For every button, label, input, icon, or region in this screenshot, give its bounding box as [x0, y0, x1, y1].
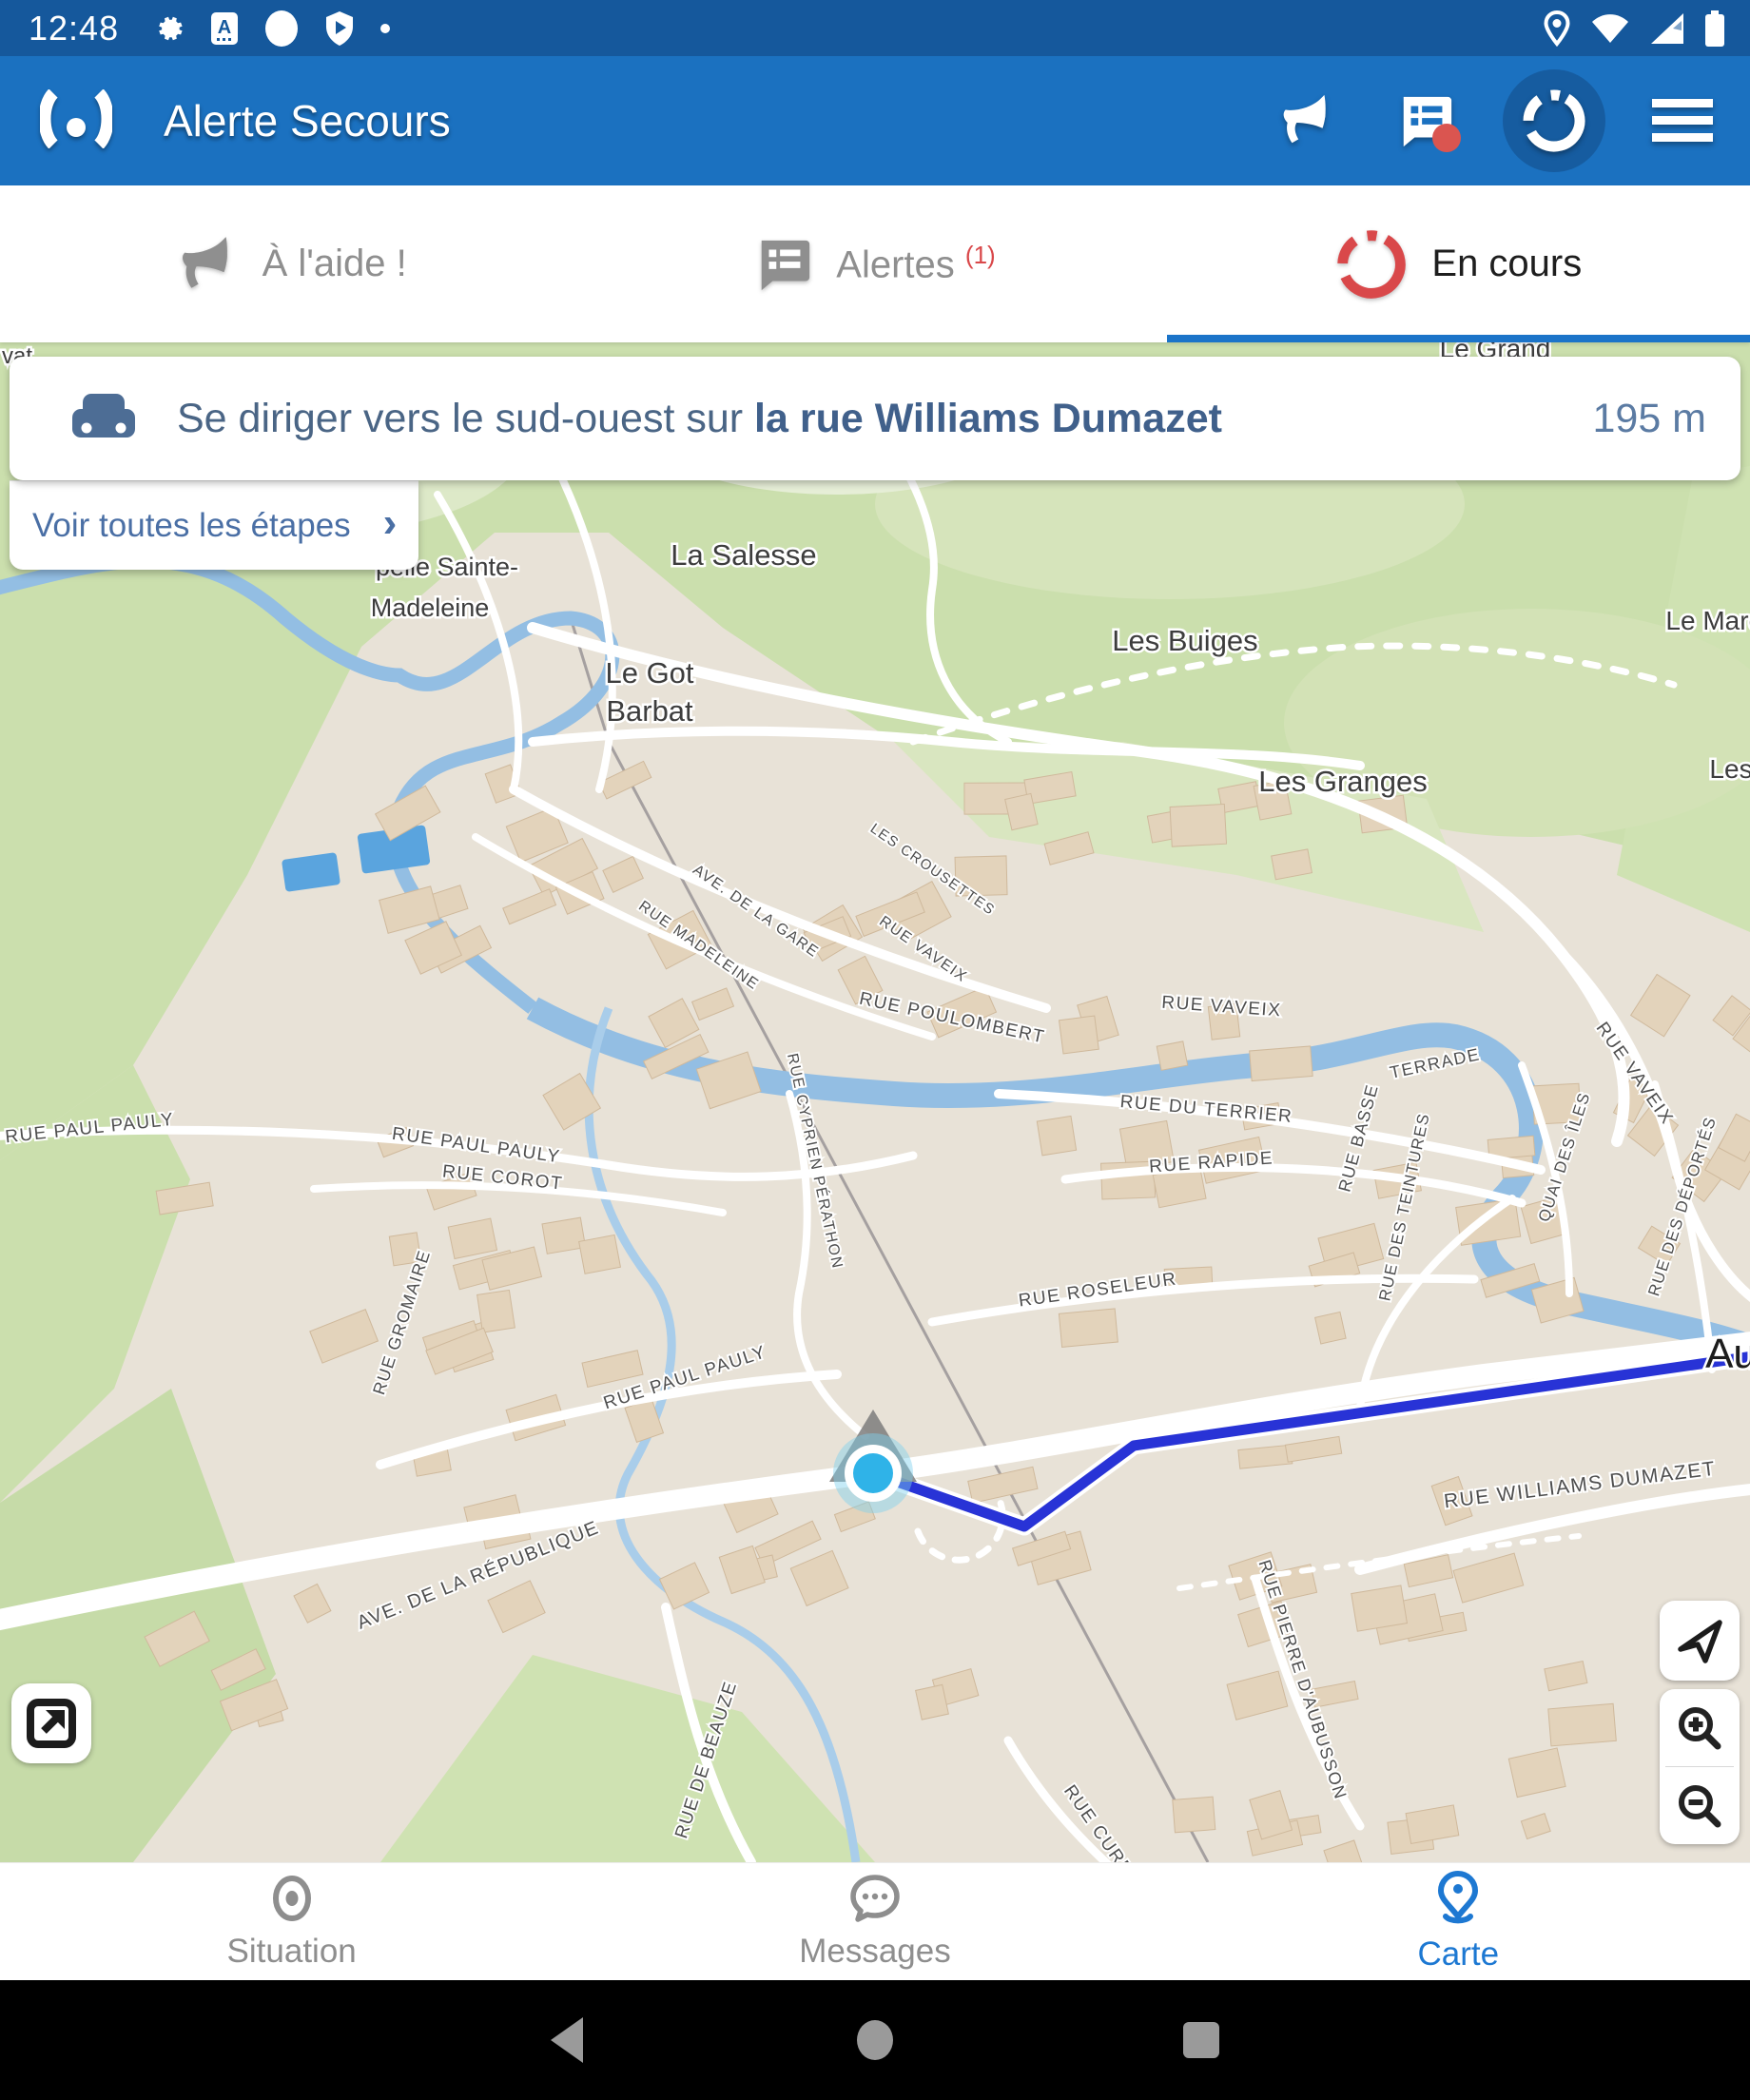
- instruction-text: Se diriger vers le sud-ouest sur la rue …: [177, 396, 1592, 442]
- svg-text:A: A: [218, 17, 231, 38]
- status-bar: 12:48 A: [0, 0, 1750, 56]
- tab-label: À l'aide !: [262, 243, 407, 285]
- all-steps-button[interactable]: Voir toutes les étapes ›: [10, 480, 418, 570]
- chat-list-icon: [754, 235, 813, 294]
- android-home-button[interactable]: [818, 1980, 932, 2100]
- target-icon: [267, 1874, 317, 1923]
- wifi-icon: [1590, 12, 1630, 45]
- app-bar: Alerte Secours: [0, 56, 1750, 185]
- tab-label: En cours: [1431, 243, 1582, 285]
- shield-play-icon: [324, 10, 355, 47]
- tab-bar: À l'aide ! Alertes (1) En cours: [0, 185, 1750, 342]
- map-pin-icon: [1432, 1871, 1484, 1926]
- megaphone-icon: [1278, 91, 1337, 150]
- app-title: Alerte Secours: [164, 95, 451, 146]
- svg-text:Barbat: Barbat: [606, 694, 693, 728]
- alert-count-badge: (1): [965, 241, 996, 269]
- chevron-right-icon: ›: [383, 499, 398, 547]
- red-spinner-icon: [1334, 227, 1409, 301]
- all-steps-label: Voir toutes les étapes: [32, 507, 351, 545]
- spinner-icon: [1520, 87, 1588, 155]
- android-navigation-bar: [0, 1980, 1750, 2100]
- notification-dot-icon: [379, 23, 391, 34]
- menu-icon: [1652, 97, 1713, 145]
- battery-icon: [1704, 10, 1725, 48]
- active-tab-indicator: [1167, 335, 1750, 342]
- navigation-instruction-card: Se diriger vers le sud-ouest sur la rue …: [10, 357, 1740, 480]
- zoom-in-icon: [1675, 1703, 1724, 1753]
- gear-icon: [153, 12, 185, 45]
- ongoing-spinner-button[interactable]: [1503, 69, 1605, 172]
- svg-text:Au: Au: [1705, 1331, 1750, 1377]
- tab-en-cours[interactable]: En cours: [1167, 185, 1750, 342]
- svg-text:Les Buiges: Les Buiges: [1112, 624, 1257, 657]
- android-recents-button[interactable]: [1144, 1980, 1258, 2100]
- auto-mode-icon: A: [210, 11, 239, 46]
- bottom-nav-label: Messages: [799, 1933, 951, 1971]
- zoom-out-icon: [1675, 1781, 1724, 1831]
- bottom-nav-messages[interactable]: Messages: [583, 1863, 1166, 1981]
- tab-a-laide[interactable]: À l'aide !: [0, 185, 583, 342]
- bottom-navigation: Situation Messages Carte: [0, 1862, 1750, 1981]
- open-external-map-button[interactable]: [11, 1683, 91, 1763]
- clock: 12:48: [29, 9, 119, 49]
- megaphone-icon: [177, 233, 240, 296]
- road-name: la rue Williams Dumazet: [754, 396, 1222, 441]
- zoom-out-button[interactable]: [1660, 1767, 1740, 1844]
- zoom-controls: [1660, 1689, 1740, 1844]
- bottom-nav-situation[interactable]: Situation: [0, 1863, 583, 1981]
- svg-text:Les Granges: Les Granges: [1258, 765, 1428, 798]
- unread-badge: [1432, 124, 1461, 152]
- recents-icon: [1181, 2020, 1221, 2060]
- navigation-arrow-icon: [1674, 1615, 1725, 1666]
- home-icon: [854, 2019, 896, 2061]
- distance-to-maneuver: 195 m: [1592, 396, 1706, 442]
- zoom-in-button[interactable]: [1660, 1689, 1740, 1766]
- bottom-nav-carte[interactable]: Carte: [1167, 1863, 1750, 1981]
- svg-text:Madeleine: Madeleine: [371, 593, 490, 622]
- menu-button[interactable]: [1642, 80, 1723, 162]
- back-icon: [547, 2015, 585, 2065]
- bottom-nav-label: Situation: [227, 1933, 357, 1971]
- recenter-button[interactable]: [1660, 1601, 1740, 1681]
- app-logo-icon: [40, 89, 112, 153]
- megaphone-button[interactable]: [1267, 80, 1349, 162]
- signal-icon: [1649, 11, 1685, 46]
- map[interactable]: RUE PAUL PAULYRUE PAUL PAULYRUE COROTRUE…: [0, 342, 1750, 1862]
- tab-label: Alertes (1): [836, 241, 995, 286]
- bottom-nav-label: Carte: [1418, 1935, 1500, 1974]
- external-link-icon: [27, 1699, 76, 1748]
- svg-text:Le Got: Le Got: [605, 656, 693, 690]
- record-circle-icon: [263, 10, 300, 48]
- messages-button[interactable]: [1385, 80, 1467, 162]
- svg-text:La Salesse: La Salesse: [671, 538, 816, 572]
- car-icon: [72, 392, 135, 446]
- svg-text:Les: Les: [1709, 754, 1750, 784]
- location-status-icon: [1543, 10, 1571, 48]
- android-back-button[interactable]: [509, 1980, 623, 2100]
- tab-alertes[interactable]: Alertes (1): [583, 185, 1166, 342]
- svg-text:Le Marc: Le Marc: [1665, 606, 1750, 635]
- chat-dots-icon: [849, 1874, 901, 1923]
